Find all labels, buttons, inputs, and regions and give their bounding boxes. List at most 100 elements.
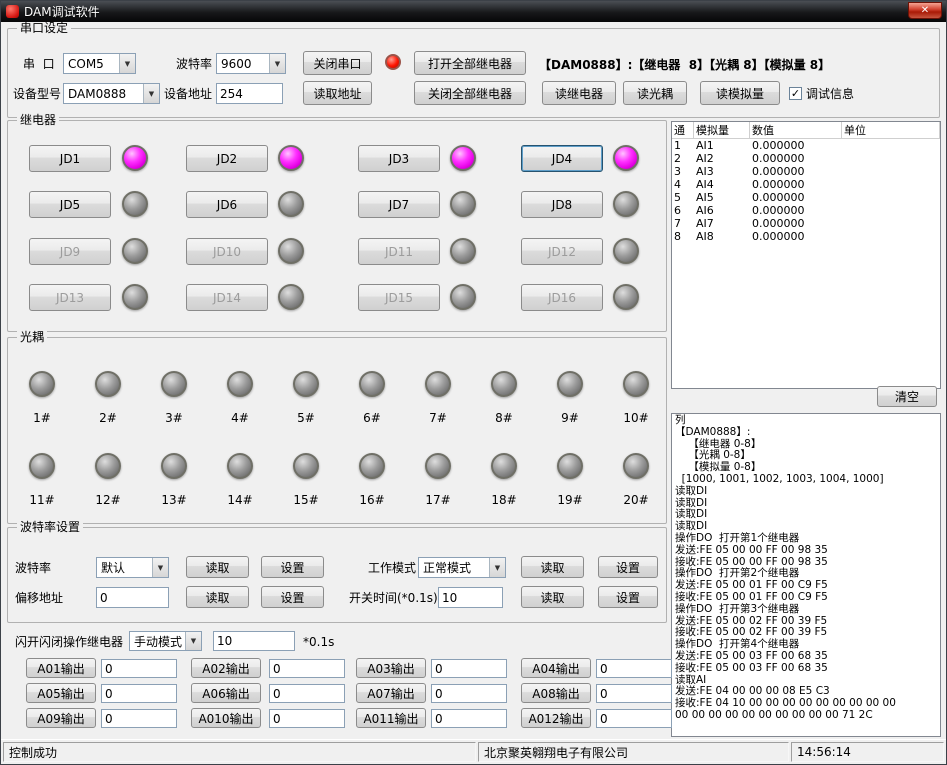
- offset-address-input[interactable]: [96, 587, 169, 608]
- relay-button-jd13[interactable]: JD13: [29, 284, 111, 311]
- device-address-input[interactable]: [216, 83, 283, 104]
- chevron-down-icon[interactable]: ▼: [152, 558, 168, 577]
- ao-output-button-2[interactable]: A02输出: [191, 658, 261, 678]
- work-mode-select[interactable]: 正常模式 ▼: [418, 557, 506, 578]
- opto-indicator-light-4: [227, 371, 253, 397]
- company-name: 北京聚英翱翔电子有限公司: [484, 744, 628, 761]
- flash-mode-select[interactable]: 手动模式 ▼: [129, 631, 202, 651]
- relay-button-jd4[interactable]: JD4: [521, 145, 603, 172]
- analog-table-row: 5AI50.000000: [672, 191, 940, 204]
- read-address-button[interactable]: 读取地址: [303, 81, 372, 105]
- switch-time-label: 开关时间(*0.1s): [349, 591, 438, 605]
- offset-set-button[interactable]: 设置: [261, 586, 324, 608]
- flash-time-input[interactable]: [213, 631, 295, 651]
- ao-value-input-8[interactable]: [596, 684, 672, 703]
- baud-read-button[interactable]: 读取: [186, 556, 249, 578]
- relay-button-jd16[interactable]: JD16: [521, 284, 603, 311]
- ao-output-button-12[interactable]: A012输出: [521, 708, 591, 728]
- ao-value-input-10[interactable]: [269, 709, 345, 728]
- chevron-down-icon[interactable]: ▼: [185, 632, 201, 650]
- ao-output-button-10[interactable]: A010输出: [191, 708, 261, 728]
- switch-time-set-button[interactable]: 设置: [598, 586, 658, 608]
- read-analog-button[interactable]: 读模拟量: [700, 81, 780, 105]
- chevron-down-icon[interactable]: ▼: [119, 54, 135, 73]
- ao-output-button-4[interactable]: A04输出: [521, 658, 591, 678]
- header-unit: 单位: [842, 122, 940, 138]
- relay-indicator-light-jd6: [278, 191, 304, 217]
- relay-button-jd8[interactable]: JD8: [521, 191, 603, 218]
- checkbox-check-icon[interactable]: ✓: [789, 87, 802, 100]
- ao-output-button-7[interactable]: A07输出: [356, 683, 426, 703]
- company-panel: 北京聚英翱翔电子有限公司: [478, 742, 789, 762]
- ao-value-input-6[interactable]: [269, 684, 345, 703]
- ao-value-input-4[interactable]: [596, 659, 672, 678]
- ao-output-button-9[interactable]: A09输出: [26, 708, 96, 728]
- close-serial-button[interactable]: 关闭串口: [303, 51, 372, 75]
- chevron-down-icon[interactable]: ▼: [269, 54, 285, 73]
- baud-rate-select[interactable]: 9600 ▼: [216, 53, 286, 74]
- relay-button-jd2[interactable]: JD2: [186, 145, 268, 172]
- relay-indicator-light-jd13: [122, 284, 148, 310]
- analog-table-row: 8AI80.000000: [672, 230, 940, 243]
- ao-value-input-5[interactable]: [101, 684, 177, 703]
- baud-default-select[interactable]: 默认 ▼: [96, 557, 169, 578]
- relay-button-jd7[interactable]: JD7: [358, 191, 440, 218]
- switch-time-input[interactable]: [438, 587, 503, 608]
- log-line: 接收:FE 05 00 01 FF 00 C9 F5: [675, 592, 937, 604]
- ao-value-input-3[interactable]: [431, 659, 507, 678]
- ao-output-button-1[interactable]: A01输出: [26, 658, 96, 678]
- log-line: 读取DI: [675, 509, 937, 521]
- opto-label-9: 9#: [549, 411, 591, 425]
- relay-button-jd11[interactable]: JD11: [358, 238, 440, 265]
- ao-value-input-12[interactable]: [596, 709, 672, 728]
- ao-output-button-3[interactable]: A03输出: [356, 658, 426, 678]
- relay-indicator-light-jd16: [613, 284, 639, 310]
- relay-indicator-light-jd5: [122, 191, 148, 217]
- clear-button[interactable]: 清空: [877, 386, 937, 407]
- cell-value: 0.000000: [750, 152, 842, 165]
- ao-value-input-11[interactable]: [431, 709, 507, 728]
- device-model-select[interactable]: DAM0888 ▼: [63, 83, 160, 104]
- open-all-relays-button[interactable]: 打开全部继电器: [414, 51, 526, 75]
- read-opto-button[interactable]: 读光耦: [623, 81, 687, 105]
- debug-info-checkbox[interactable]: ✓ 调试信息: [789, 85, 854, 102]
- relay-button-jd15[interactable]: JD15: [358, 284, 440, 311]
- opto-label-20: 20#: [615, 493, 657, 507]
- cell-value: 0.000000: [750, 217, 842, 230]
- relay-button-jd14[interactable]: JD14: [186, 284, 268, 311]
- offset-read-button[interactable]: 读取: [186, 586, 249, 608]
- relay-button-jd1[interactable]: JD1: [29, 145, 111, 172]
- opto-label-3: 3#: [153, 411, 195, 425]
- ao-value-input-9[interactable]: [101, 709, 177, 728]
- ao-value-input-2[interactable]: [269, 659, 345, 678]
- relay-button-jd12[interactable]: JD12: [521, 238, 603, 265]
- analog-table-row: 2AI20.000000: [672, 152, 940, 165]
- baud-set-button[interactable]: 设置: [261, 556, 324, 578]
- close-button[interactable]: ✕: [908, 2, 942, 19]
- relay-button-jd5[interactable]: JD5: [29, 191, 111, 218]
- ao-value-input-1[interactable]: [101, 659, 177, 678]
- opto-label-18: 18#: [483, 493, 525, 507]
- relay-indicator-light-jd12: [613, 238, 639, 264]
- relay-button-jd3[interactable]: JD3: [358, 145, 440, 172]
- relay-button-jd10[interactable]: JD10: [186, 238, 268, 265]
- switch-time-read-button[interactable]: 读取: [521, 586, 584, 608]
- analog-table: 通 模拟量 数值 单位 1AI10.0000002AI20.0000003AI3…: [671, 121, 941, 389]
- log-box[interactable]: 列【DAM0888】: 【继电器 0-8】 【光耦 0-8】 【模拟量 0-8】…: [671, 413, 941, 737]
- ao-output-button-5[interactable]: A05输出: [26, 683, 96, 703]
- cell-analog-name: AI2: [694, 152, 750, 165]
- relay-button-jd9[interactable]: JD9: [29, 238, 111, 265]
- work-mode-read-button[interactable]: 读取: [521, 556, 584, 578]
- relay-button-jd6[interactable]: JD6: [186, 191, 268, 218]
- com-port-select[interactable]: COM5 ▼: [63, 53, 136, 74]
- read-relay-button[interactable]: 读继电器: [542, 81, 616, 105]
- chevron-down-icon[interactable]: ▼: [489, 558, 505, 577]
- ao-output-button-6[interactable]: A06输出: [191, 683, 261, 703]
- work-mode-set-button[interactable]: 设置: [598, 556, 658, 578]
- ao-output-button-8[interactable]: A08输出: [521, 683, 591, 703]
- chevron-down-icon[interactable]: ▼: [143, 84, 159, 103]
- ao-output-button-11[interactable]: A011输出: [356, 708, 426, 728]
- log-line: 读取DI: [675, 498, 937, 510]
- ao-value-input-7[interactable]: [431, 684, 507, 703]
- close-all-relays-button[interactable]: 关闭全部继电器: [414, 81, 526, 105]
